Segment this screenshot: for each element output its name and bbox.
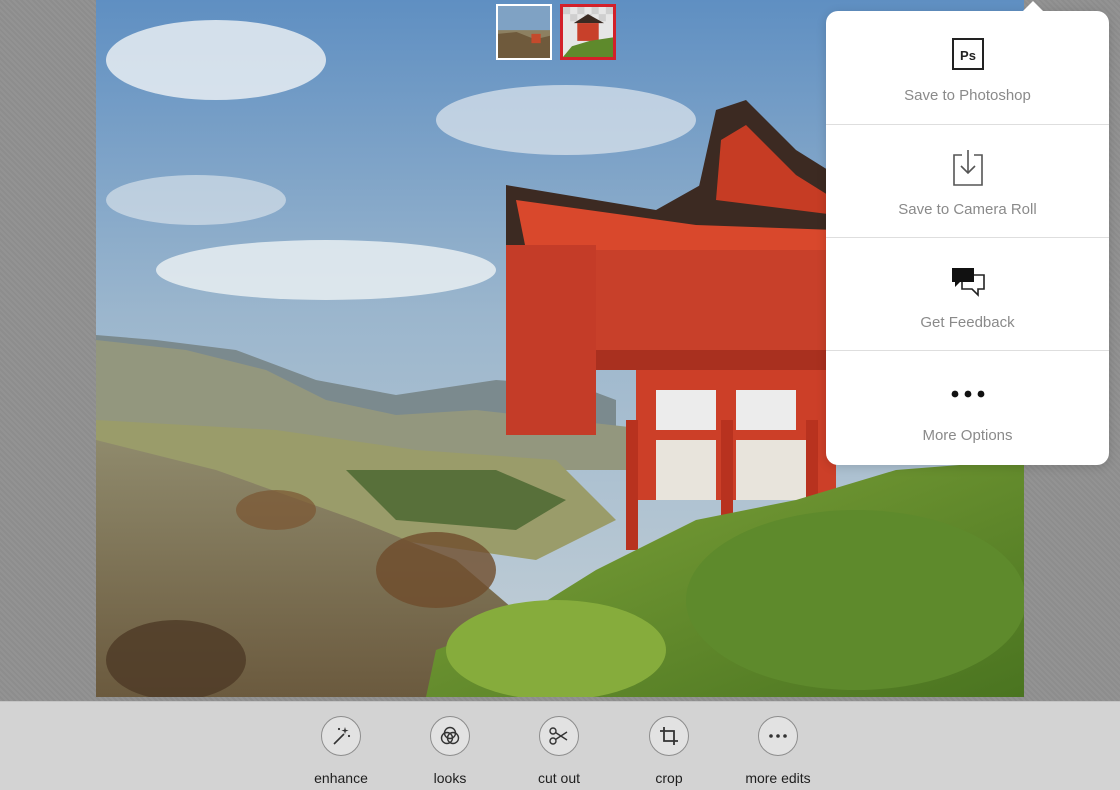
get-feedback-button[interactable]: Get Feedback xyxy=(826,237,1109,350)
speech-bubbles-icon xyxy=(951,268,985,297)
enhance-button-circle xyxy=(321,716,361,756)
get-feedback-label: Get Feedback xyxy=(920,314,1015,331)
download-tray-icon xyxy=(952,150,983,186)
share-menu-popover: Ps Save to Photoshop Save to Camera Roll… xyxy=(826,1,1109,465)
crop-icon xyxy=(660,727,678,745)
pagoda-cutout-thumbnail[interactable] xyxy=(560,4,616,60)
svg-text:Ps: Ps xyxy=(960,48,976,63)
scissors-icon xyxy=(549,727,568,745)
save-to-camera-roll-button[interactable]: Save to Camera Roll xyxy=(826,124,1109,237)
pagoda-cutout-thumbnail-icon xyxy=(563,7,613,57)
edit-toolbar: enhance looks cut out crop more edits xyxy=(0,701,1120,790)
crop-button-circle xyxy=(649,716,689,756)
looks-circles-icon xyxy=(440,726,460,745)
cut-out-button[interactable]: cut out xyxy=(509,716,609,786)
more-edits-button[interactable]: more edits xyxy=(728,716,828,786)
looks-button[interactable]: looks xyxy=(400,716,500,786)
landscape-thumbnail-icon xyxy=(498,6,550,58)
more-options-button[interactable]: More Options xyxy=(826,350,1109,463)
ellipsis-icon xyxy=(951,390,984,398)
save-to-camera-roll-label: Save to Camera Roll xyxy=(898,201,1037,218)
photoshop-icon: Ps xyxy=(951,38,984,70)
magic-wand-icon xyxy=(333,727,351,745)
save-to-photoshop-button[interactable]: Ps Save to Photoshop xyxy=(826,11,1109,124)
looks-label: looks xyxy=(433,770,467,786)
more-options-label: More Options xyxy=(922,427,1013,444)
enhance-label: enhance xyxy=(314,770,368,786)
enhance-button[interactable]: enhance xyxy=(291,716,391,786)
cut-out-button-circle xyxy=(539,716,579,756)
ellipsis-icon xyxy=(769,734,787,738)
more-edits-label: more edits xyxy=(745,770,811,786)
crop-button[interactable]: crop xyxy=(619,716,719,786)
crop-label: crop xyxy=(655,770,683,786)
landscape-thumbnail[interactable] xyxy=(496,4,552,60)
cut-out-label: cut out xyxy=(537,770,581,786)
save-to-photoshop-label: Save to Photoshop xyxy=(904,87,1031,104)
layer-thumbnails xyxy=(496,4,616,60)
looks-button-circle xyxy=(430,716,470,756)
more-edits-button-circle xyxy=(758,716,798,756)
